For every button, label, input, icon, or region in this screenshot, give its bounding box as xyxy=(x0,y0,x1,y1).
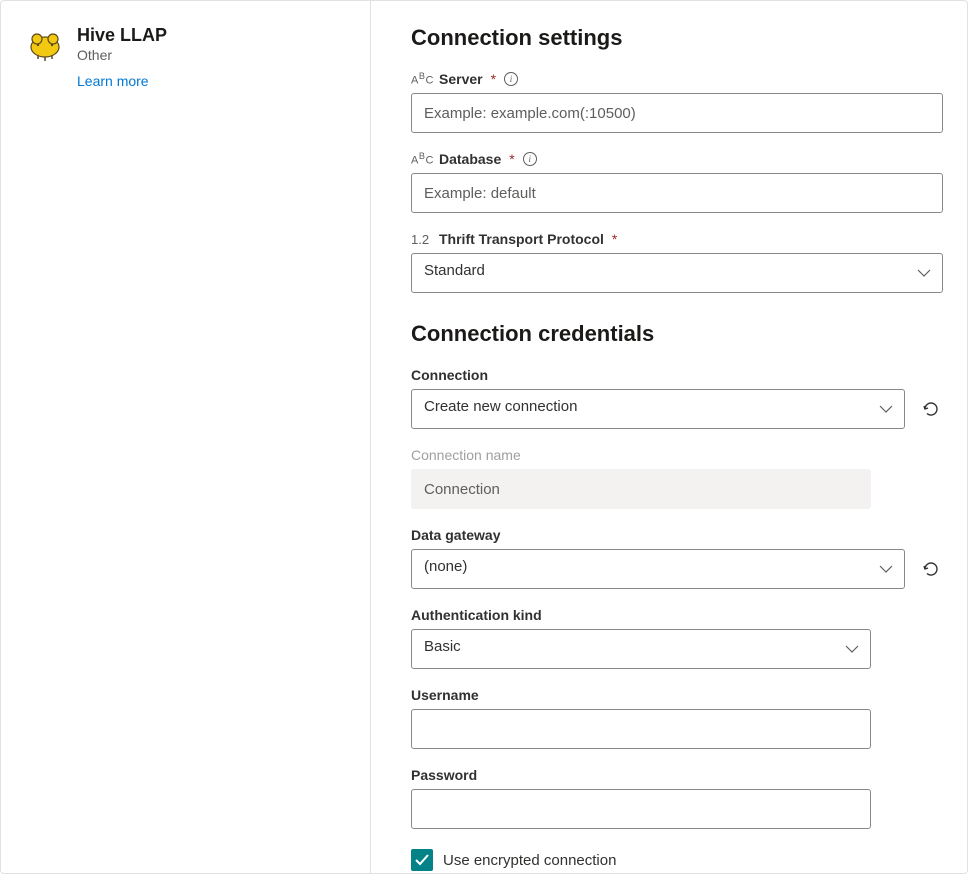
server-field: ABC Server * i xyxy=(411,71,943,133)
connector-header: Hive LLAP Other Learn more xyxy=(25,25,346,89)
connection-label: Connection xyxy=(411,367,488,383)
connection-name-label: Connection name xyxy=(411,447,521,463)
encrypted-row: Use encrypted connection xyxy=(411,849,943,871)
database-field: ABC Database * i xyxy=(411,151,943,213)
credentials-heading: Connection credentials xyxy=(411,321,943,347)
connection-field: Connection Create new connection xyxy=(411,367,943,429)
check-icon xyxy=(415,854,429,866)
server-label: Server xyxy=(439,71,483,87)
database-input[interactable] xyxy=(411,173,943,213)
number-icon: 1.2 xyxy=(411,232,433,247)
username-input[interactable] xyxy=(411,709,871,749)
username-label: Username xyxy=(411,687,479,703)
required-asterisk: * xyxy=(509,151,514,167)
encrypted-label: Use encrypted connection xyxy=(443,852,616,869)
refresh-icon xyxy=(921,559,941,579)
password-input[interactable] xyxy=(411,789,871,829)
auth-kind-select[interactable]: Basic xyxy=(411,629,871,669)
connector-subtitle: Other xyxy=(77,47,167,63)
refresh-icon xyxy=(921,399,941,419)
password-label: Password xyxy=(411,767,477,783)
protocol-select[interactable]: Standard xyxy=(411,253,943,293)
info-icon[interactable]: i xyxy=(523,152,537,166)
connection-name-field: Connection name xyxy=(411,447,871,509)
refresh-gateway-button[interactable] xyxy=(919,557,943,581)
auth-kind-label: Authentication kind xyxy=(411,607,542,623)
hive-icon xyxy=(25,25,65,65)
refresh-connection-button[interactable] xyxy=(919,397,943,421)
info-icon[interactable]: i xyxy=(504,72,518,86)
main-panel: Connection settings ABC Server * i ABC D… xyxy=(371,1,967,873)
required-asterisk: * xyxy=(612,231,617,247)
settings-heading: Connection settings xyxy=(411,25,943,51)
database-label: Database xyxy=(439,151,501,167)
gateway-label: Data gateway xyxy=(411,527,500,543)
connection-name-input xyxy=(411,469,871,509)
server-input[interactable] xyxy=(411,93,943,133)
password-field: Password xyxy=(411,767,871,829)
abc-icon: ABC xyxy=(411,71,433,87)
gateway-select[interactable]: (none) xyxy=(411,549,905,589)
auth-kind-field: Authentication kind Basic xyxy=(411,607,871,669)
dialog: Hive LLAP Other Learn more Connection se… xyxy=(0,0,968,874)
connector-title: Hive LLAP xyxy=(77,25,167,46)
abc-icon: ABC xyxy=(411,151,433,167)
sidebar: Hive LLAP Other Learn more xyxy=(1,1,371,873)
encrypted-checkbox[interactable] xyxy=(411,849,433,871)
protocol-field: 1.2 Thrift Transport Protocol * Standard xyxy=(411,231,943,293)
required-asterisk: * xyxy=(491,71,496,87)
username-field: Username xyxy=(411,687,871,749)
connection-select[interactable]: Create new connection xyxy=(411,389,905,429)
protocol-label: Thrift Transport Protocol xyxy=(439,231,604,247)
gateway-field: Data gateway (none) xyxy=(411,527,943,589)
learn-more-link[interactable]: Learn more xyxy=(77,73,149,89)
